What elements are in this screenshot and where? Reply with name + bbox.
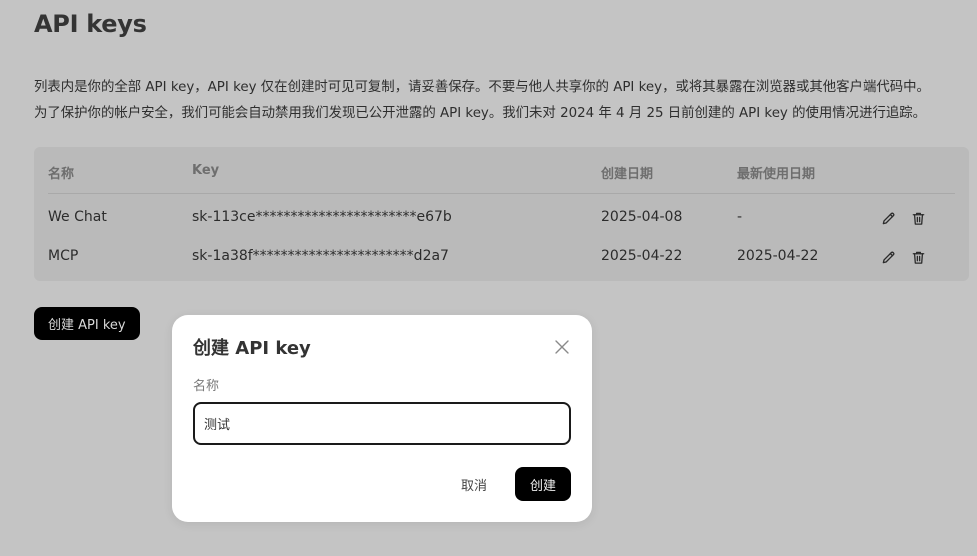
key-value: sk-1a38f***********************d2a7: [192, 248, 449, 264]
key-last-used-date: 2025-04-22: [737, 248, 819, 264]
pencil-icon[interactable]: [880, 249, 896, 265]
api-keys-table: 名称 Key 创建日期 最新使用日期 We Chat sk-113ce*****…: [34, 147, 969, 281]
table-header: 名称 Key 创建日期 最新使用日期: [34, 147, 969, 193]
key-created-date: 2025-04-22: [601, 248, 683, 264]
create-api-key-button[interactable]: 创建 API key: [34, 307, 140, 340]
key-name: MCP: [48, 248, 79, 264]
table-divider: [48, 193, 955, 194]
key-last-used-date: -: [737, 209, 743, 225]
description-line-1: 列表内是你的全部 API key，API key 仅在创建时可见可复制，请妥善保…: [34, 80, 930, 95]
create-button[interactable]: 创建: [515, 467, 571, 501]
table-row: MCP sk-1a38f***********************d2a7 …: [34, 237, 969, 276]
name-input[interactable]: [193, 402, 571, 445]
close-icon[interactable]: [554, 339, 570, 355]
name-field-label: 名称: [193, 379, 220, 394]
header-last-used-date: 最新使用日期: [737, 167, 816, 182]
table-row: We Chat sk-113ce***********************e…: [34, 198, 969, 237]
header-key: Key: [192, 163, 220, 178]
key-created-date: 2025-04-08: [601, 209, 683, 225]
header-name: 名称: [48, 167, 75, 182]
row-actions: [880, 210, 926, 226]
row-actions: [880, 249, 926, 265]
trash-icon[interactable]: [910, 249, 926, 265]
key-value: sk-113ce***********************e67b: [192, 209, 452, 225]
description-line-2: 为了保护你的帐户安全，我们可能会自动禁用我们发现已公开泄露的 API key。我…: [34, 106, 927, 121]
create-api-key-dialog: 创建 API key 名称 取消 创建: [172, 315, 592, 522]
api-keys-page: API keys 列表内是你的全部 API key，API key 仅在创建时可…: [0, 0, 977, 556]
cancel-button[interactable]: 取消: [451, 468, 497, 501]
page-description: 列表内是你的全部 API key，API key 仅在创建时可见可复制，请妥善保…: [34, 75, 974, 127]
pencil-icon[interactable]: [880, 210, 896, 226]
dialog-title: 创建 API key: [193, 338, 311, 359]
header-created-date: 创建日期: [601, 167, 654, 182]
trash-icon[interactable]: [910, 210, 926, 226]
key-name: We Chat: [48, 209, 107, 225]
page-title: API keys: [34, 10, 147, 38]
